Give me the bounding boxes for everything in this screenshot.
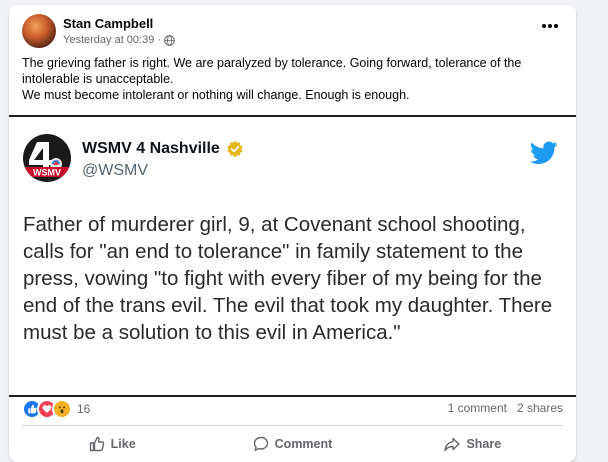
post-text-line-2: We must become intolerant or nothing wil… [22, 88, 410, 102]
share-count[interactable]: 2 shares [517, 401, 563, 415]
share-arrow-icon [444, 437, 461, 452]
post-timestamp[interactable]: Yesterday at 00:39 [63, 34, 154, 46]
wsmv-logo-text: WSMV [33, 168, 61, 178]
twitter-bird-icon [530, 141, 558, 164]
post-actions-bar: Like Comment Share [22, 429, 563, 459]
reactions-summary[interactable]: 16 [22, 399, 90, 419]
tweet-account-name-row: WSMV 4 Nashville [82, 140, 244, 158]
more-options-button[interactable] [538, 19, 562, 33]
thumbs-up-icon [89, 436, 104, 452]
like-button[interactable]: Like [22, 429, 202, 459]
author-avatar[interactable] [22, 14, 56, 48]
like-label: Like [110, 437, 136, 451]
share-button[interactable]: Share [383, 429, 563, 459]
reaction-count[interactable]: 16 [77, 402, 90, 416]
comment-label: Comment [274, 437, 333, 451]
share-label: Share [466, 437, 502, 451]
tweet-handle: @WSMV [82, 162, 149, 179]
comment-icon [253, 436, 268, 451]
meta-separator: · [157, 34, 162, 46]
comment-button[interactable]: Comment [202, 429, 382, 459]
comment-count[interactable]: 1 comment [448, 401, 507, 415]
facebook-post-card: Stan Campbell Yesterday at 00:39 · The g… [9, 5, 576, 462]
post-meta: Yesterday at 00:39 · [63, 34, 175, 46]
post-body-text: The grieving father is right. We are par… [22, 55, 562, 103]
tweet-account-name: WSMV 4 Nashville [82, 140, 220, 157]
globe-icon [164, 34, 175, 46]
actions-divider [22, 425, 563, 426]
author-name[interactable]: Stan Campbell [63, 16, 153, 31]
post-text-line-1: The grieving father is right. We are par… [22, 56, 522, 86]
verified-badge-icon [227, 140, 243, 158]
wow-reaction-icon [52, 399, 72, 419]
embedded-tweet-image[interactable]: WSMV WSMV 4 Nashville @WSMV Father of mu… [9, 115, 576, 397]
tweet-text: Father of murderer girl, 9, at Covenant … [23, 213, 553, 344]
engagement-stats: 1 comment 2 shares [448, 401, 563, 415]
more-options-icon [542, 24, 558, 28]
wsmv-logo: WSMV [23, 134, 71, 182]
